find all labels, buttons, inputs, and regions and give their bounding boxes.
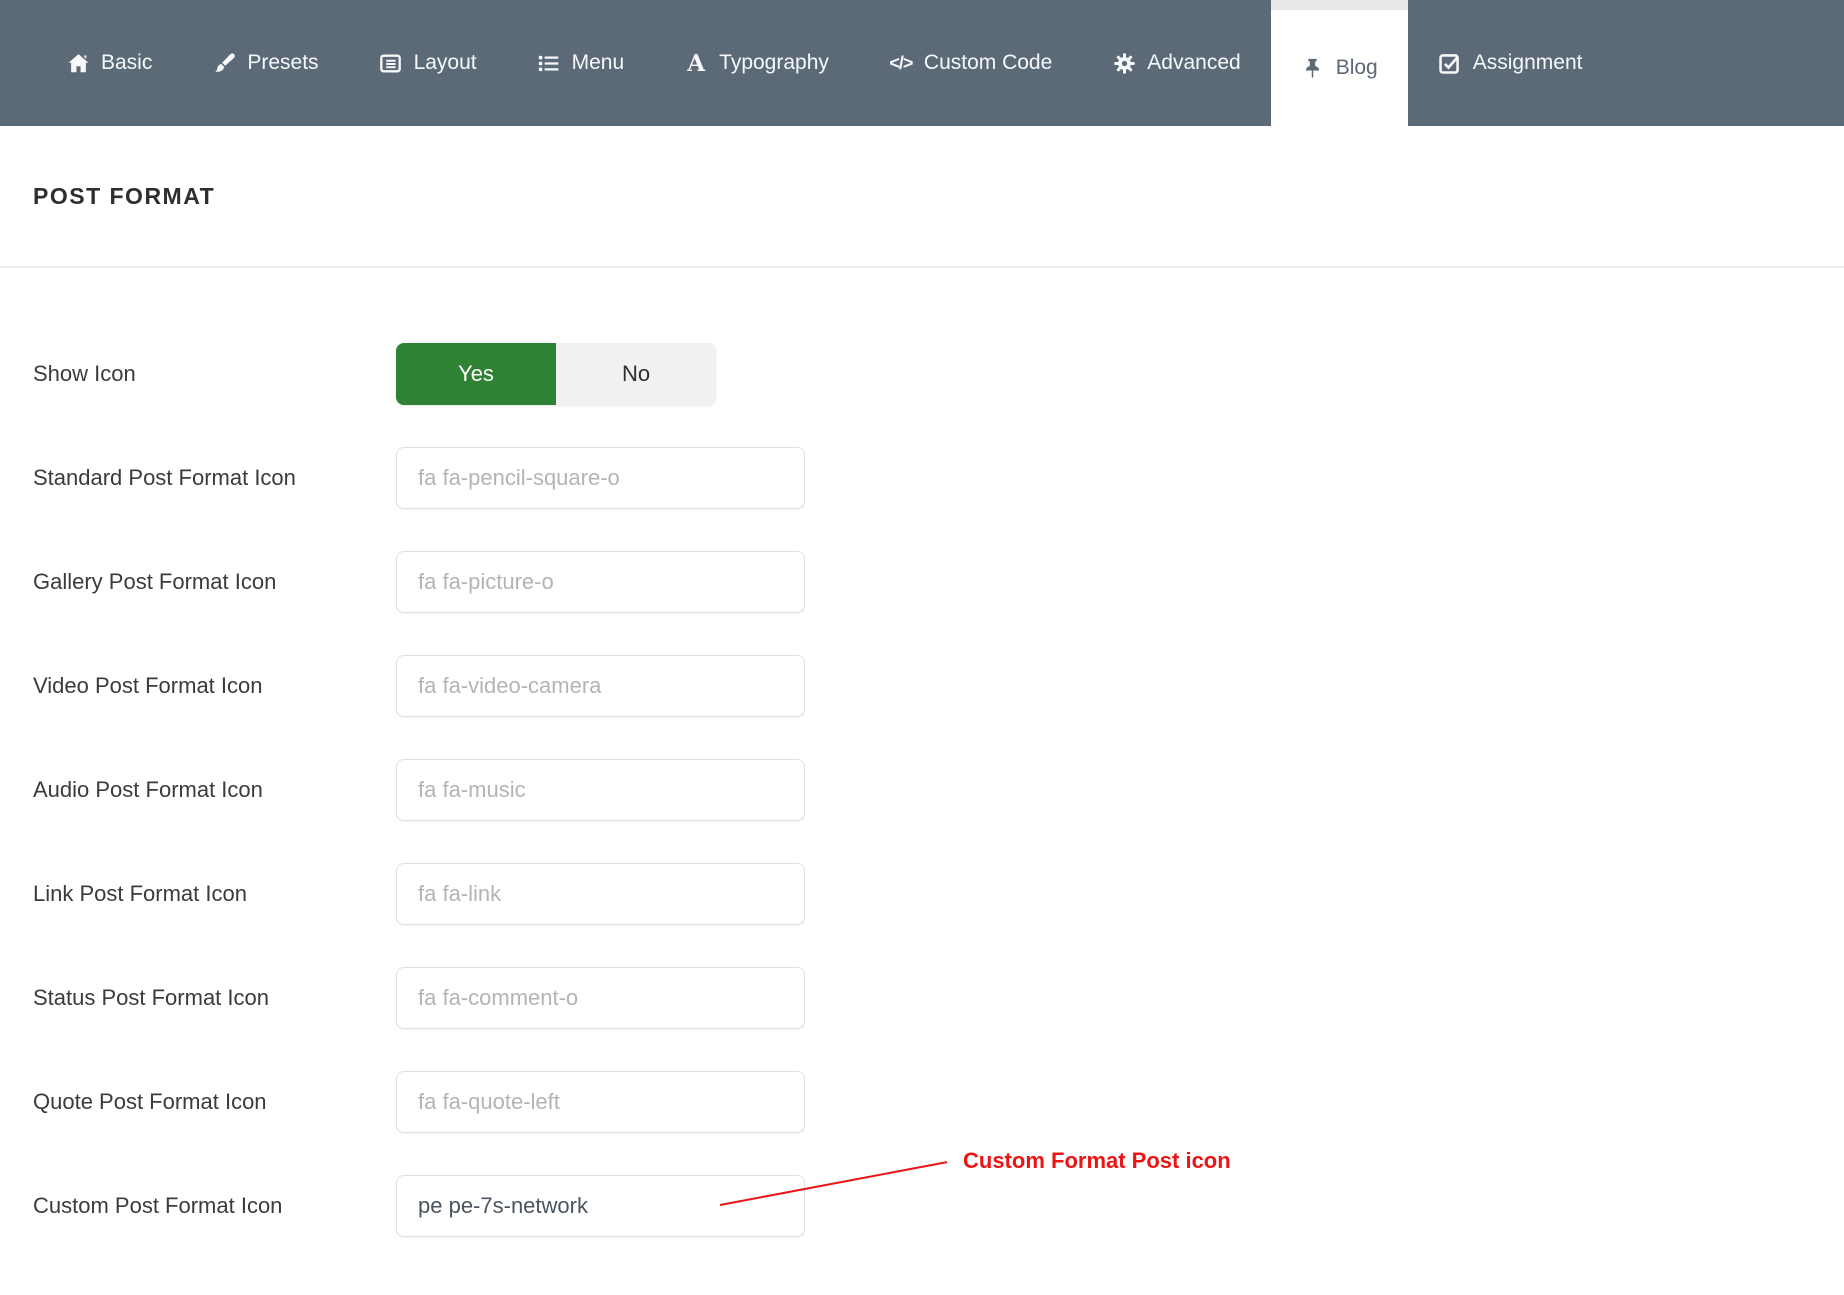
check-square-icon [1438,51,1462,75]
font-icon: A [684,51,708,75]
custom-post-format-label: Custom Post Format Icon [33,1193,396,1219]
link-post-format-input[interactable] [396,863,805,925]
tab-label: Assignment [1473,51,1583,75]
link-post-format-row: Link Post Format Icon [33,863,1844,925]
tab-layout[interactable]: Layout [349,0,507,126]
tab-typography[interactable]: A Typography [654,0,859,126]
show-icon-no-button[interactable]: No [556,343,716,405]
tab-advanced[interactable]: Advanced [1082,0,1270,126]
status-post-format-input[interactable] [396,967,805,1029]
quote-post-format-label: Quote Post Format Icon [33,1089,396,1115]
tab-label: Custom Code [924,51,1052,75]
gallery-post-format-input[interactable] [396,551,805,613]
annotation-label: Custom Format Post icon [963,1148,1231,1174]
tab-label: Layout [414,51,477,75]
top-navigation: Basic Presets Layout Menu A Typography <… [0,0,1844,126]
standard-post-format-row: Standard Post Format Icon [33,447,1844,509]
video-post-format-label: Video Post Format Icon [33,673,396,699]
audio-post-format-label: Audio Post Format Icon [33,777,396,803]
quote-post-format-input[interactable] [396,1071,805,1133]
custom-post-format-input[interactable] [396,1175,805,1237]
show-icon-yes-button[interactable]: Yes [396,343,556,405]
tab-label: Advanced [1147,51,1240,75]
standard-post-format-input[interactable] [396,447,805,509]
gallery-post-format-label: Gallery Post Format Icon [33,569,396,595]
tab-basic[interactable]: Basic [36,0,182,126]
show-icon-label: Show Icon [33,361,396,387]
paint-brush-icon [212,51,236,75]
tab-label: Menu [572,51,625,75]
menu-list-icon [537,51,561,75]
status-post-format-row: Status Post Format Icon [33,967,1844,1029]
audio-post-format-row: Audio Post Format Icon [33,759,1844,821]
tab-label: Basic [101,51,152,75]
video-post-format-input[interactable] [396,655,805,717]
tab-blog[interactable]: Blog [1271,0,1408,126]
show-icon-toggle: Yes No [396,343,716,405]
show-icon-row: Show Icon Yes No [33,343,1844,405]
section-header: POST FORMAT [0,126,1844,268]
gear-icon [1112,51,1136,75]
standard-post-format-label: Standard Post Format Icon [33,465,396,491]
custom-post-format-row: Custom Post Format Icon [33,1175,1844,1237]
tab-label: Blog [1336,56,1378,80]
home-icon [66,51,90,75]
post-format-form: Show Icon Yes No Standard Post Format Ic… [0,268,1844,1237]
gallery-post-format-row: Gallery Post Format Icon [33,551,1844,613]
tab-label: Presets [247,51,318,75]
code-icon: </> [889,51,913,75]
link-post-format-label: Link Post Format Icon [33,881,396,907]
tab-label: Typography [719,51,829,75]
layout-icon [379,51,403,75]
video-post-format-row: Video Post Format Icon [33,655,1844,717]
quote-post-format-row: Quote Post Format Icon [33,1071,1844,1133]
status-post-format-label: Status Post Format Icon [33,985,396,1011]
tab-presets[interactable]: Presets [182,0,348,126]
page-title: POST FORMAT [33,183,215,210]
tab-custom-code[interactable]: </> Custom Code [859,0,1082,126]
tab-menu[interactable]: Menu [507,0,655,126]
tab-assignment[interactable]: Assignment [1408,0,1613,126]
audio-post-format-input[interactable] [396,759,805,821]
pin-icon [1301,56,1325,80]
